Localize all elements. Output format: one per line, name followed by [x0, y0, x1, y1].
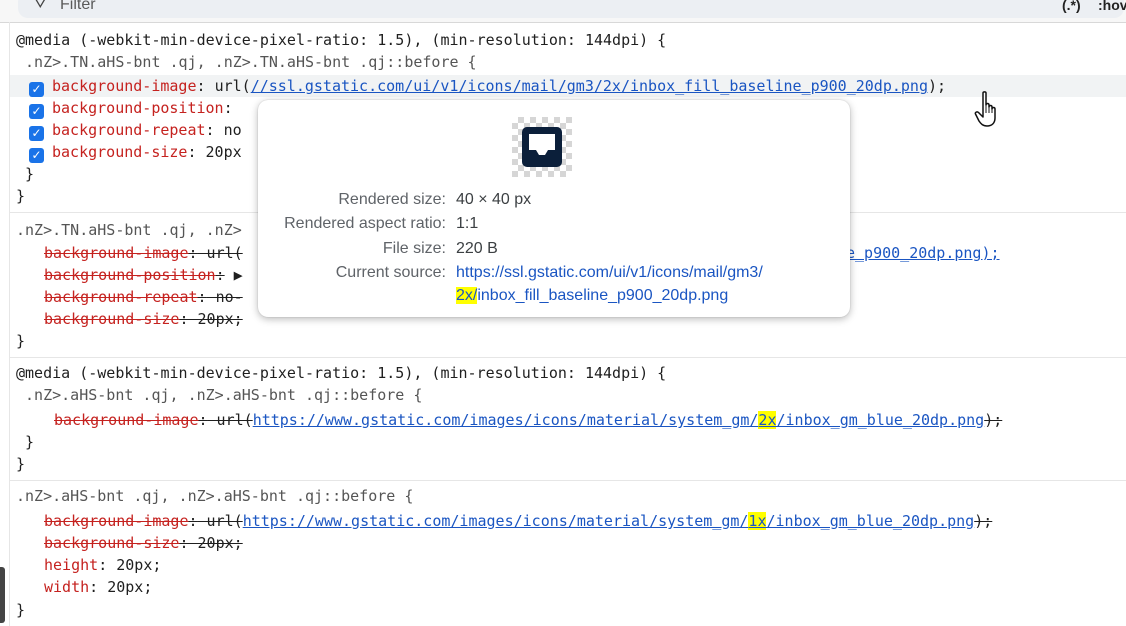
rule-divider [10, 357, 1126, 358]
file-size-label: File size: [382, 240, 446, 257]
rule4-decl-height: height: 20px; [44, 556, 162, 574]
filter-input[interactable]: ⛛ Filter [18, 0, 1124, 18]
rendered-size-label: Rendered size: [338, 191, 446, 208]
scroll-edge-handle[interactable] [0, 567, 5, 623]
current-source-row: Current source: https://ssl.gstatic.com/… [258, 262, 850, 284]
rule3-inner-close: } [16, 433, 35, 451]
rule2-decl-repeat: background-repeat: no- [44, 288, 243, 306]
rule1-media: @media (-webkit-min-device-pixel-ratio: … [16, 31, 667, 49]
hov-toggle[interactable]: :hov [1098, 0, 1126, 13]
current-source-label: Current source: [335, 264, 446, 281]
rule1-decl-position: ✓ background-position: [29, 97, 233, 119]
current-source-row-2: 2x/inbox_fill_baseline_p900_20dp.png [258, 285, 850, 307]
filter-placeholder: Filter [60, 0, 96, 13]
rule3-media: @media (-webkit-min-device-pixel-ratio: … [16, 364, 667, 382]
file-size-row: File size: 220 B [258, 238, 850, 260]
filter-bar: ⛛ Filter (.*) :hov [0, 0, 1126, 23]
checkbox-checked-icon[interactable]: ✓ [29, 104, 44, 119]
aspect-ratio-value: 1:1 [456, 215, 479, 232]
rule1-inner-close: } [16, 165, 35, 183]
rule3-selector[interactable]: .nZ>.aHS-bnt .qj, .nZ>.aHS-bnt .qj::befo… [16, 384, 422, 406]
rule4-decl-image: background-image: url(https://www.gstati… [44, 512, 993, 530]
inbox-icon [522, 127, 562, 167]
regex-toggle[interactable]: (.*) [1062, 0, 1081, 13]
rule2-selector[interactable]: .nZ>.TN.aHS-bnt .qj, .nZ> [16, 219, 242, 241]
rendered-size-value: 40 × 40 px [456, 191, 532, 208]
checkbox-checked-icon[interactable]: ✓ [29, 148, 44, 163]
rule1-decl-image: ✓ background-image: url(//ssl.gstatic.com… [29, 75, 946, 97]
rule1-decl-size: ✓ background-size: 20px [29, 141, 242, 163]
rule1-selector[interactable]: .nZ>.TN.aHS-bnt .qj, .nZ>.TN.aHS-bnt .qj… [16, 51, 477, 73]
panel-left-border [9, 22, 10, 626]
aspect-ratio-row: Rendered aspect ratio: 1:1 [258, 213, 850, 235]
checkbox-checked-icon[interactable]: ✓ [29, 126, 44, 141]
filter-icon: ⛛ [34, 0, 47, 12]
rule2-decl-image-tail: e_p900_20dp.png); [846, 244, 1000, 262]
current-source-link-2[interactable]: 2x/inbox_fill_baseline_p900_20dp.png [456, 285, 728, 307]
hand-pointer-icon [974, 91, 996, 127]
rendered-size-row: Rendered size: 40 × 40 px [258, 189, 850, 211]
rule4-decl-size: background-size: 20px; [44, 534, 243, 552]
rule4-selector[interactable]: .nZ>.aHS-bnt .qj, .nZ>.aHS-bnt .qj::befo… [16, 485, 413, 507]
rule4-close: } [16, 601, 26, 619]
rule2-decl-position: background-position: ▶ [44, 266, 243, 284]
rule1-decl-repeat: ✓ background-repeat: no [29, 119, 242, 141]
image-preview-thumbnail [512, 117, 572, 177]
image-url-link[interactable]: https://www.gstatic.com/images/icons/mat… [243, 512, 974, 530]
image-url-link[interactable]: https://www.gstatic.com/images/icons/mat… [253, 411, 984, 429]
rule2-decl-size: background-size: 20px; [44, 310, 243, 328]
rule3-decl-image: background-image: url(https://www.gstati… [54, 411, 1003, 429]
rule1-outer-close: } [16, 187, 26, 205]
rule4-decl-width: width: 20px; [44, 578, 153, 596]
aspect-ratio-label: Rendered aspect ratio: [284, 215, 446, 232]
rule2-close: } [16, 332, 26, 350]
image-preview-tooltip: Rendered size: 40 × 40 px Rendered aspec… [258, 100, 850, 317]
rule2-decl-image: background-image: url( [44, 244, 243, 262]
file-size-value: 220 B [456, 240, 498, 257]
checkbox-checked-icon[interactable]: ✓ [29, 82, 44, 97]
rule3-outer-close: } [16, 455, 26, 473]
rule-divider [10, 480, 1126, 481]
image-url-link[interactable]: //ssl.gstatic.com/ui/v1/icons/mail/gm3/2… [251, 77, 928, 95]
current-source-link[interactable]: https://ssl.gstatic.com/ui/v1/icons/mail… [456, 262, 763, 284]
